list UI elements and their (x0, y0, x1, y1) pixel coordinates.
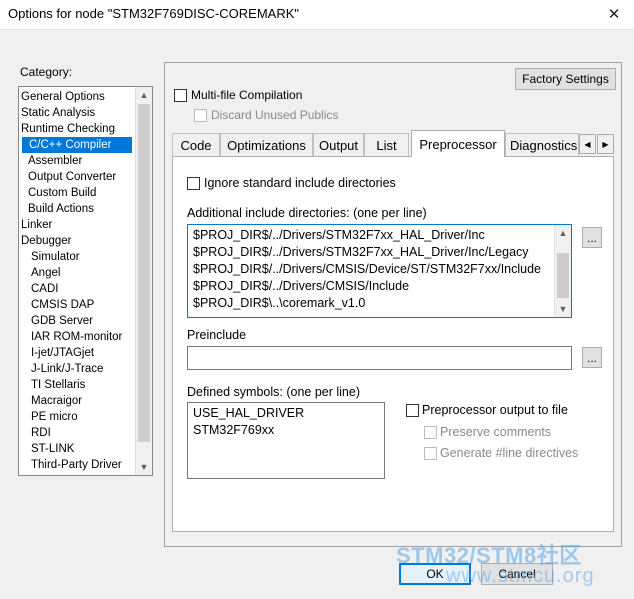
category-item[interactable]: Third-Party Driver (31, 457, 125, 473)
category-item[interactable]: PE micro (31, 409, 81, 425)
defined-symbols-textarea[interactable]: USE_HAL_DRIVER STM32F769xx (187, 402, 385, 479)
tab-preprocessor[interactable]: Preprocessor (411, 130, 505, 157)
preinclude-browse-button[interactable]: ... (582, 347, 602, 368)
discard-unused-checkbox[interactable] (194, 109, 207, 122)
category-item[interactable]: Simulator (31, 249, 83, 265)
pp-output-label: Preprocessor output to file (422, 403, 568, 417)
include-line: $PROJ_DIR$\..\coremark_v1.0 (193, 296, 366, 310)
category-item[interactable]: Angel (31, 265, 63, 281)
ignore-std-label: Ignore standard include directories (204, 176, 396, 190)
title-bar: Options for node "STM32F769DISC-COREMARK… (0, 0, 634, 30)
scroll-up-icon[interactable]: ▲ (555, 225, 571, 241)
window-title: Options for node "STM32F769DISC-COREMARK… (8, 6, 299, 21)
category-item[interactable]: Macraigor (31, 393, 85, 409)
multi-file-checkbox[interactable] (174, 89, 187, 102)
tab-optimizations[interactable]: Optimizations (220, 133, 313, 156)
scroll-down-icon[interactable]: ▼ (136, 459, 152, 475)
factory-settings-button[interactable]: Factory Settings (515, 68, 616, 90)
category-item[interactable]: CADI (31, 281, 61, 297)
category-item[interactable]: Linker (21, 217, 55, 233)
category-item[interactable]: Build Actions (25, 201, 97, 217)
scroll-up-icon[interactable]: ▲ (136, 87, 152, 103)
category-list[interactable]: General Options Static Analysis Runtime Ch… (18, 86, 153, 476)
category-item[interactable]: IAR ROM-monitor (31, 329, 125, 345)
tab-scroll-right-icon[interactable]: ▶ (597, 134, 614, 154)
scroll-thumb[interactable] (138, 104, 150, 442)
category-item[interactable]: GDB Server (31, 313, 96, 329)
generate-line-label: Generate #line directives (440, 446, 579, 460)
tab-list[interactable]: List (364, 133, 409, 156)
category-item[interactable]: RDI (31, 425, 54, 441)
defined-symbols-label: Defined symbols: (one per line) (187, 385, 360, 399)
tab-scroll-left-icon[interactable]: ◀ (579, 134, 596, 154)
tab-output[interactable]: Output (313, 133, 364, 156)
category-item[interactable]: TI Stellaris (31, 377, 88, 393)
ignore-std-checkbox[interactable] (187, 177, 200, 190)
tab-diagnostics[interactable]: Diagnostics (505, 133, 579, 156)
include-browse-button[interactable]: ... (582, 227, 602, 248)
pp-output-checkbox[interactable] (406, 404, 419, 417)
preserve-comments-checkbox[interactable] (424, 426, 437, 439)
defined-symbol-line: USE_HAL_DRIVER (193, 406, 305, 420)
preserve-comments-label: Preserve comments (440, 425, 552, 439)
preinclude-input[interactable] (187, 346, 572, 370)
include-line: $PROJ_DIR$/../Drivers/CMSIS/Include (193, 279, 410, 293)
include-dirs-scrollbar[interactable]: ▲ ▼ (554, 225, 571, 317)
discard-unused-label: Discard Unused Publics (211, 108, 339, 122)
category-item[interactable]: Runtime Checking (21, 121, 118, 137)
category-item[interactable]: Debugger (21, 233, 75, 249)
preinclude-label: Preinclude (187, 328, 247, 342)
category-item[interactable]: General Options (21, 89, 108, 105)
defined-symbol-line: STM32F769xx (193, 423, 275, 437)
scroll-thumb[interactable] (557, 253, 569, 298)
include-line: $PROJ_DIR$/../Drivers/STM32F7xx_HAL_Driv… (193, 228, 485, 242)
close-icon[interactable]: ✕ (598, 2, 630, 26)
tab-code[interactable]: Code (172, 133, 220, 156)
watermark-url: www.stmcu.org (446, 565, 595, 587)
generate-line-checkbox[interactable] (424, 447, 437, 460)
category-item[interactable]: Output Converter (25, 169, 119, 185)
category-label: Category: (20, 65, 73, 79)
include-dirs-label: Additional include directories: (one per… (187, 206, 427, 220)
category-scrollbar[interactable]: ▲ ▼ (135, 87, 152, 475)
scroll-down-icon[interactable]: ▼ (555, 301, 571, 317)
multi-file-label: Multi-file Compilation (191, 88, 303, 102)
category-item[interactable]: Assembler (25, 153, 85, 169)
category-item[interactable]: Static Analysis (21, 105, 98, 121)
category-item[interactable]: I-jet/JTAGjet (31, 345, 97, 361)
include-line: $PROJ_DIR$/../Drivers/CMSIS/Device/ST/ST… (193, 262, 542, 276)
category-item[interactable]: C/C++ Compiler (22, 137, 132, 153)
category-item[interactable]: CMSIS DAP (31, 297, 97, 313)
include-dirs-textarea[interactable]: $PROJ_DIR$/../Drivers/STM32F7xx_HAL_Driv… (187, 224, 572, 318)
category-item[interactable]: J-Link/J-Trace (31, 361, 106, 377)
category-item[interactable]: Custom Build (25, 185, 99, 201)
include-line: $PROJ_DIR$/../Drivers/STM32F7xx_HAL_Driv… (193, 245, 529, 259)
category-item[interactable]: ST-LINK (31, 441, 77, 457)
